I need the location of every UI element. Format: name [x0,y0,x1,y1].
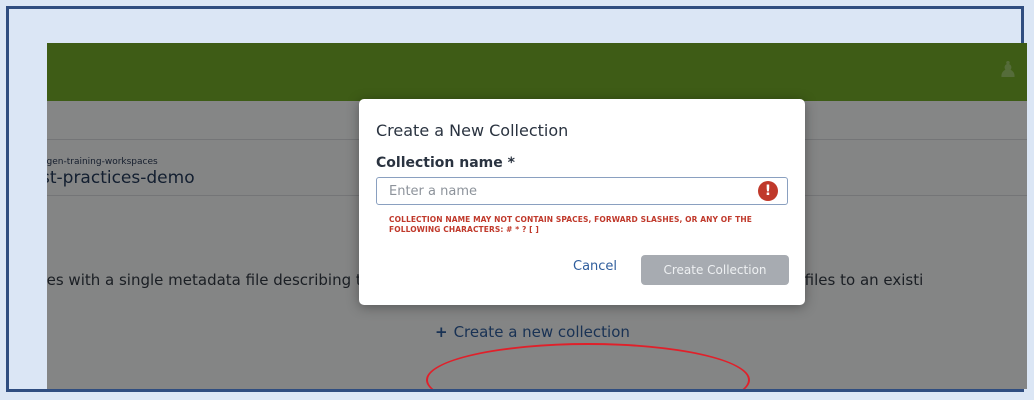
modal-title: Create a New Collection [376,121,569,140]
create-collection-button[interactable]: Create Collection [641,255,789,285]
app-window: ♟ agen-training-workspaces st-practices-… [47,43,1027,389]
collection-name-input[interactable] [376,177,788,205]
screenshot-frame: ♟ agen-training-workspaces st-practices-… [6,6,1027,392]
collection-name-label: Collection name * [376,155,515,171]
validation-error-message: COLLECTION NAME MAY NOT CONTAIN SPACES, … [389,215,752,234]
cancel-button[interactable]: Cancel [573,259,617,274]
exclamation-circle-icon: ! [758,181,778,201]
create-collection-modal: Create a New Collection Collection name … [359,99,805,305]
